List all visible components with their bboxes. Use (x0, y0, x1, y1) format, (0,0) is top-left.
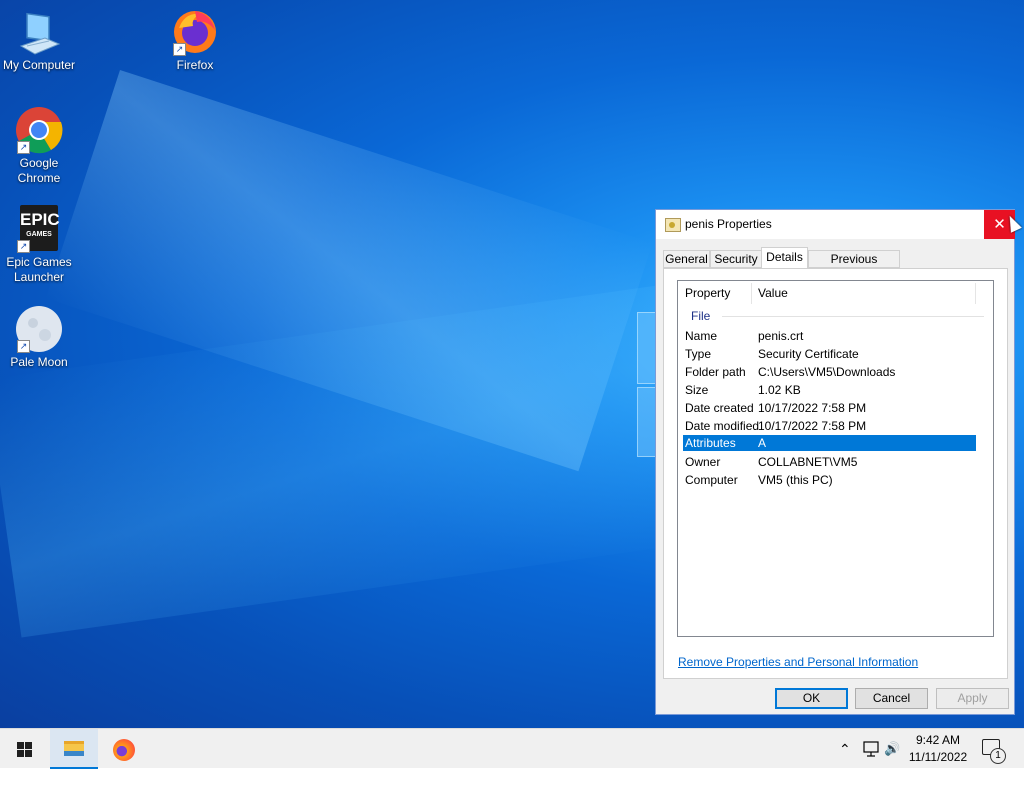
dialog-titlebar[interactable]: penis Properties ✕ (656, 210, 1015, 239)
details-panel: Property Value File Name penis.crt Type … (663, 268, 1008, 679)
column-header-value[interactable]: Value (758, 281, 788, 306)
table-row[interactable]: Computer VM5 (this PC) (683, 471, 976, 489)
icon-label: Pale Moon (10, 355, 68, 369)
tab-previous-versions[interactable]: Previous Versions (808, 250, 900, 282)
property-value: Security Certificate (758, 347, 859, 361)
table-row[interactable]: Folder path C:\Users\VM5\Downloads (683, 363, 976, 381)
desktop-icon-pale-moon[interactable]: ↗ Pale Moon (0, 305, 78, 370)
firefox-icon (113, 739, 135, 761)
dialog-title: penis Properties (685, 217, 772, 231)
epic-logo-text: EPIC (20, 210, 60, 229)
cancel-button[interactable]: Cancel (855, 688, 928, 709)
pale-moon-icon: ↗ (15, 305, 63, 353)
light-beam (0, 282, 715, 638)
computer-icon (15, 8, 63, 56)
property-value: COLLABNET\VM5 (758, 455, 858, 469)
notification-count-badge: 1 (990, 748, 1006, 764)
shortcut-arrow-icon: ↗ (173, 43, 186, 56)
windows-logo-icon (17, 742, 32, 757)
property-value: VM5 (this PC) (758, 473, 833, 487)
property-name: Folder path (685, 365, 746, 379)
system-clock[interactable]: 9:42 AM 11/11/2022 (905, 732, 971, 766)
property-value: 10/17/2022 7:58 PM (758, 419, 867, 433)
properties-dialog: penis Properties ✕ General Security Deta… (655, 209, 1015, 715)
property-name: Size (685, 383, 709, 397)
table-row[interactable]: Type Security Certificate (683, 345, 976, 363)
taskbar-firefox[interactable] (100, 729, 148, 769)
shortcut-arrow-icon: ↗ (17, 141, 30, 154)
icon-label: Epic Games Launcher (6, 255, 72, 284)
desktop-icon-firefox[interactable]: ↗ Firefox (156, 8, 234, 73)
property-name: Computer (685, 473, 738, 487)
property-value: penis.crt (758, 329, 804, 343)
property-name: Attributes (685, 436, 736, 450)
tab-general[interactable]: General (663, 250, 710, 268)
column-header-property[interactable]: Property (685, 281, 730, 306)
clock-time: 9:42 AM (915, 733, 961, 747)
group-divider (722, 316, 984, 317)
ok-button[interactable]: OK (775, 688, 848, 709)
epic-games-icon: EPIC GAMES ↗ (15, 205, 63, 253)
table-row-selected[interactable]: Attributes A (683, 435, 976, 451)
property-name: Date modified (685, 419, 760, 433)
desktop-icon-epic-games[interactable]: EPIC GAMES ↗ Epic Games Launcher (0, 205, 78, 285)
desktop-icon-chrome[interactable]: ↗ Google Chrome (0, 106, 78, 186)
table-row[interactable]: Date created 10/17/2022 7:58 PM (683, 399, 976, 417)
property-value: 1.02 KB (758, 383, 801, 397)
certificate-icon (665, 218, 681, 232)
shortcut-arrow-icon: ↗ (17, 340, 30, 353)
column-divider[interactable] (751, 283, 752, 304)
property-value: 10/17/2022 7:58 PM (758, 401, 867, 415)
properties-list[interactable]: Property Value File Name penis.crt Type … (677, 280, 994, 637)
property-name: Date created (685, 401, 754, 415)
table-row[interactable]: Owner COLLABNET\VM5 (683, 453, 976, 471)
shortcut-arrow-icon: ↗ (17, 240, 30, 253)
epic-logo-subtext: GAMES (26, 231, 52, 238)
apply-button: Apply (936, 688, 1009, 709)
property-value: C:\Users\VM5\Downloads (758, 365, 896, 379)
group-header-file: File (691, 309, 711, 323)
taskbar-file-explorer[interactable] (50, 729, 98, 769)
tab-details[interactable]: Details (761, 247, 808, 269)
table-row[interactable]: Name penis.crt (683, 327, 976, 345)
icon-label: My Computer (2, 58, 76, 72)
icon-label: Firefox (176, 58, 214, 72)
table-row[interactable]: Date modified 10/17/2022 7:58 PM (683, 417, 976, 435)
clock-date: 11/11/2022 (908, 750, 968, 764)
windows-logo-pane (637, 312, 657, 384)
windows-logo-pane (637, 387, 657, 457)
firefox-icon: ↗ (171, 8, 219, 56)
property-name: Owner (685, 455, 721, 469)
desktop-icon-my-computer[interactable]: My Computer (0, 8, 78, 73)
network-icon[interactable] (862, 729, 880, 769)
start-button[interactable] (0, 729, 48, 769)
property-value: A (758, 436, 767, 450)
table-row[interactable]: Size 1.02 KB (683, 381, 976, 399)
property-name: Name (685, 329, 718, 343)
folder-icon (64, 741, 84, 756)
remove-properties-link[interactable]: Remove Properties and Personal Informati… (678, 655, 918, 669)
tray-overflow-chevron-icon[interactable]: ⌃ (839, 729, 851, 769)
property-name: Type (685, 347, 712, 361)
column-divider[interactable] (975, 283, 976, 304)
taskbar: ⌃ 🔊 9:42 AM 11/11/2022 1 (0, 728, 1024, 769)
volume-icon[interactable]: 🔊 (884, 729, 900, 769)
chrome-icon: ↗ (15, 106, 63, 154)
icon-label: Google Chrome (17, 156, 61, 185)
tab-security[interactable]: Security (710, 250, 762, 268)
